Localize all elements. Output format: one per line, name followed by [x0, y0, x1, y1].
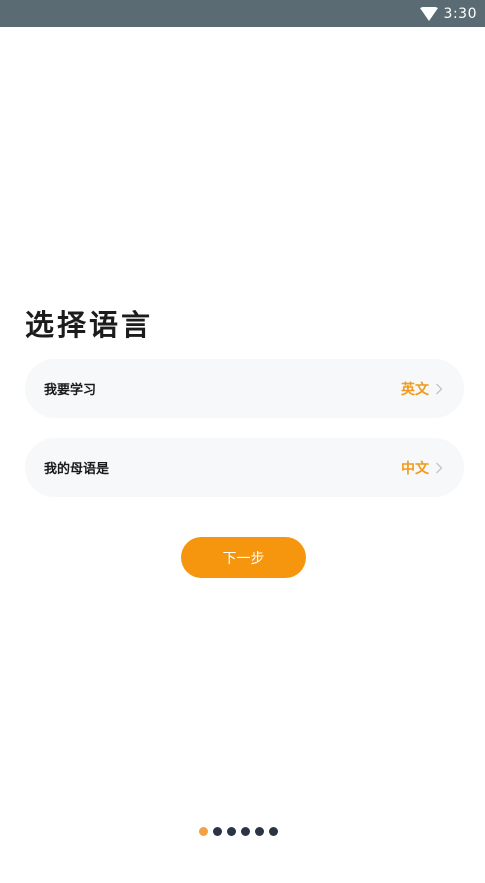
learn-language-value: 英文 [401, 381, 429, 398]
native-language-label: 我的母语是 [44, 462, 110, 477]
chevron-right-icon [436, 383, 443, 394]
status-bar: 3:30 [0, 0, 485, 27]
native-language-row[interactable]: 我的母语是 中文 [25, 438, 464, 497]
language-select-screen: 3:30 选择语言 我要学习 英文 我的母语是 中文 下一步 [0, 0, 485, 883]
native-language-selector: 中文 [401, 458, 443, 478]
next-button[interactable]: 下一步 [181, 537, 306, 578]
page-dot [213, 827, 222, 836]
page-title: 选择语言 [25, 308, 154, 342]
page-dot [269, 827, 278, 836]
native-language-value: 中文 [401, 460, 429, 477]
wifi-icon [419, 6, 438, 21]
chevron-right-icon [436, 462, 443, 473]
learn-language-row[interactable]: 我要学习 英文 [25, 359, 464, 418]
page-dot-active [199, 827, 208, 836]
page-dot [241, 827, 250, 836]
learn-language-selector: 英文 [401, 379, 443, 399]
page-dot [255, 827, 264, 836]
page-indicator [199, 827, 278, 836]
page-dot [227, 827, 236, 836]
learn-language-label: 我要学习 [44, 383, 97, 398]
status-time: 3:30 [443, 5, 477, 22]
status-indicators: 3:30 [419, 0, 477, 27]
